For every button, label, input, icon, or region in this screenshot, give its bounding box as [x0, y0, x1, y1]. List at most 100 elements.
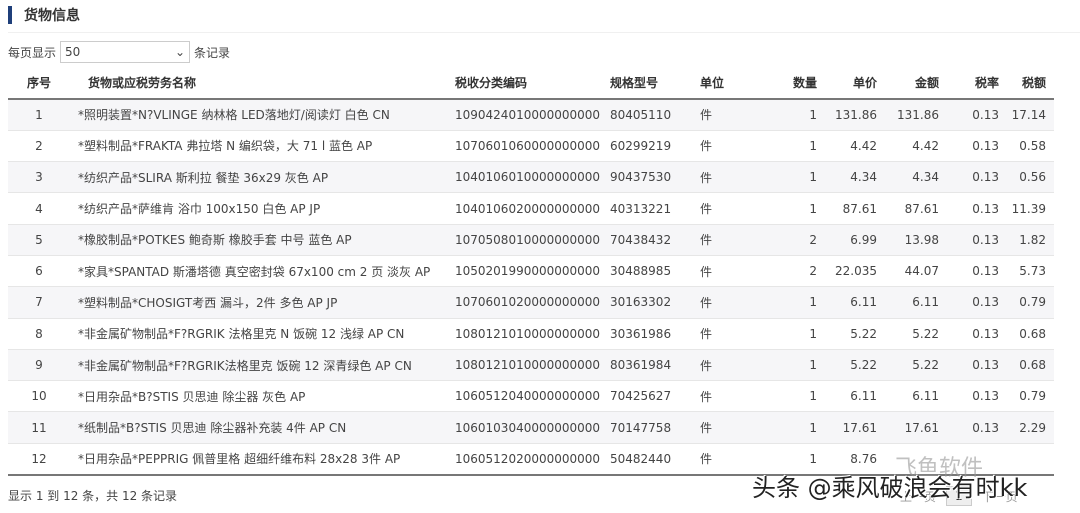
table-cell: 件 [700, 99, 760, 131]
table-cell: *日用杂品*B?STIS 贝思迪 除尘器 灰色 AP [70, 380, 455, 413]
table-cell: 件 [700, 286, 760, 319]
table-cell: 0.13 [947, 349, 1007, 382]
table-cell: *照明装置*N?VLINGE 纳林格 LED落地灯/阅读灯 白色 CN [70, 99, 455, 131]
table-row: 8 *非金属矿物制品*F?RGRIK 法格里克 N 饭碗 12 浅绿 AP CN 1… [8, 318, 1054, 350]
table-cell: 0.79 [1007, 286, 1054, 319]
table-cell: 40313221 [610, 192, 700, 225]
table-cell: 13.98 [885, 224, 947, 256]
table-cell: 0.13 [947, 192, 1007, 225]
table-cell: 1 [760, 286, 825, 319]
page-length-control: 每页显示 50 ⌄ 条记录 [8, 41, 230, 63]
table-cell: 4.42 [825, 130, 885, 163]
goods-table: 序号 货物或应税劳务名称 税收分类编码 规格型号 单位 数量 单价 金额 税率 税额 1 *照明装置… [8, 67, 1054, 476]
column-header[interactable]: 税额 [1007, 67, 1054, 100]
table-cell: 11.39 [1007, 192, 1054, 225]
table-row: 7 *塑料制品*CHOSIGT考西 漏斗，2件 多色 AP JP 107060102… [8, 286, 1054, 319]
table-row: 2 *塑料制品*FRAKTA 弗拉塔 N 编织袋，大 71 l 蓝色 AP 1070… [8, 130, 1054, 163]
table-cell: 7 [8, 286, 70, 319]
table-cell: 0.13 [947, 318, 1007, 350]
table-cell: 件 [700, 224, 760, 256]
column-header[interactable]: 规格型号 [610, 67, 700, 100]
table-cell: 12 [8, 443, 70, 476]
table-cell: 30361986 [610, 318, 700, 350]
divider [8, 32, 1080, 33]
table-row: 5 *橡胶制品*POTKES 鲍奇斯 橡胶手套 中号 蓝色 AP 107050801… [8, 224, 1054, 256]
table-cell: 90437530 [610, 161, 700, 194]
table-cell: 22.035 [825, 255, 885, 288]
table-cell: 8 [8, 318, 70, 350]
watermark-credit: 头条 @乘风破浪会有时kk [752, 474, 1028, 502]
table-cell: 5.22 [825, 349, 885, 382]
table-cell: 4.42 [885, 130, 947, 163]
table-cell: 5.73 [1007, 255, 1054, 288]
column-header[interactable]: 货物或应税劳务名称 [70, 67, 455, 100]
table-cell: 1070508010000000000 [455, 224, 610, 256]
table-row: 11 *纸制品*B?STIS 贝思迪 除尘器补充装 4件 AP CN 1060103… [8, 411, 1054, 444]
column-header[interactable]: 序号 [8, 67, 70, 100]
table-cell: 6.11 [825, 286, 885, 319]
column-header[interactable]: 单位 [700, 67, 760, 100]
table-cell: 70438432 [610, 224, 700, 256]
table-cell: 70147758 [610, 411, 700, 444]
table-cell: *非金属矿物制品*F?RGRIK 法格里克 N 饭碗 12 浅绿 AP CN [70, 318, 455, 350]
table-cell: 80361984 [610, 349, 700, 382]
table-row: 1 *照明装置*N?VLINGE 纳林格 LED落地灯/阅读灯 白色 CN 1090… [8, 99, 1054, 131]
table-cell: 1060103040000000000 [455, 411, 610, 444]
table-cell: 1040106020000000000 [455, 192, 610, 225]
table-cell: 1 [760, 130, 825, 163]
table-row: 3 *纺织产品*SLIRA 斯利拉 餐垫 36x29 灰色 AP 104010601… [8, 161, 1054, 194]
table-row: 10 *日用杂品*B?STIS 贝思迪 除尘器 灰色 AP 106051204000… [8, 380, 1054, 413]
table-cell: 30488985 [610, 255, 700, 288]
table-cell: 1 [760, 318, 825, 350]
table-cell: 6 [8, 255, 70, 288]
table-cell: 0.13 [947, 130, 1007, 163]
table-cell: 1070601020000000000 [455, 286, 610, 319]
table-cell: 0.58 [1007, 130, 1054, 163]
column-header[interactable]: 金额 [885, 67, 947, 100]
table-cell: 件 [700, 443, 760, 476]
table-cell: *纺织产品*SLIRA 斯利拉 餐垫 36x29 灰色 AP [70, 161, 455, 194]
table-info: 显示 1 到 12 条，共 12 条记录 [8, 489, 178, 503]
table-row: 9 *非金属矿物制品*F?RGRIK法格里克 饭碗 12 深青绿色 AP CN 10… [8, 349, 1054, 382]
table-cell: 4.34 [825, 161, 885, 194]
table-cell: 件 [700, 318, 760, 350]
table-cell: *塑料制品*CHOSIGT考西 漏斗，2件 多色 AP JP [70, 286, 455, 319]
table-cell: 70425627 [610, 380, 700, 413]
page-length-select[interactable]: 50 ⌄ [60, 41, 191, 63]
table-cell: 1080121010000000000 [455, 349, 610, 382]
table-cell: 17.61 [825, 411, 885, 444]
table-cell: 1060512040000000000 [455, 380, 610, 413]
table-cell: 0.13 [947, 224, 1007, 256]
table-cell: 1 [760, 99, 825, 131]
table-cell: 件 [700, 161, 760, 194]
table-cell: 11 [8, 411, 70, 444]
table-header: 序号 货物或应税劳务名称 税收分类编码 规格型号 单位 数量 单价 金额 税率 税额 [8, 67, 1054, 100]
table-cell: *纸制品*B?STIS 贝思迪 除尘器补充装 4件 AP CN [70, 411, 455, 444]
column-header[interactable]: 税率 [947, 67, 1007, 100]
column-header[interactable]: 数量 [760, 67, 825, 100]
table-cell: *橡胶制品*POTKES 鲍奇斯 橡胶手套 中号 蓝色 AP [70, 224, 455, 256]
table-cell: 0.13 [947, 286, 1007, 319]
table-cell: 80405110 [610, 99, 700, 131]
table-cell: *非金属矿物制品*F?RGRIK法格里克 饭碗 12 深青绿色 AP CN [70, 349, 455, 382]
table-cell: 4 [8, 192, 70, 225]
table-cell: 50482440 [610, 443, 700, 476]
table-cell: 件 [700, 130, 760, 163]
column-header[interactable]: 单价 [825, 67, 885, 100]
table-cell: 1080121010000000000 [455, 318, 610, 350]
table-cell: 6.11 [885, 286, 947, 319]
table-cell: 1090424010000000000 [455, 99, 610, 131]
table-cell: 0.79 [1007, 380, 1054, 413]
table-cell: 1 [760, 192, 825, 225]
table-row: 4 *纺织产品*萨维肯 浴巾 100x150 白色 AP JP 1040106020… [8, 192, 1054, 225]
table-cell: 1060512020000000000 [455, 443, 610, 476]
table-cell: 1040106010000000000 [455, 161, 610, 194]
table-cell: *塑料制品*FRAKTA 弗拉塔 N 编织袋，大 71 l 蓝色 AP [70, 130, 455, 163]
table-cell: 1 [760, 349, 825, 382]
section-title: 货物信息 [8, 6, 80, 24]
table-cell: 5.22 [885, 318, 947, 350]
table-cell: 1 [760, 411, 825, 444]
table-cell: 87.61 [885, 192, 947, 225]
column-header[interactable]: 税收分类编码 [455, 67, 610, 100]
table-cell: 131.86 [885, 99, 947, 131]
